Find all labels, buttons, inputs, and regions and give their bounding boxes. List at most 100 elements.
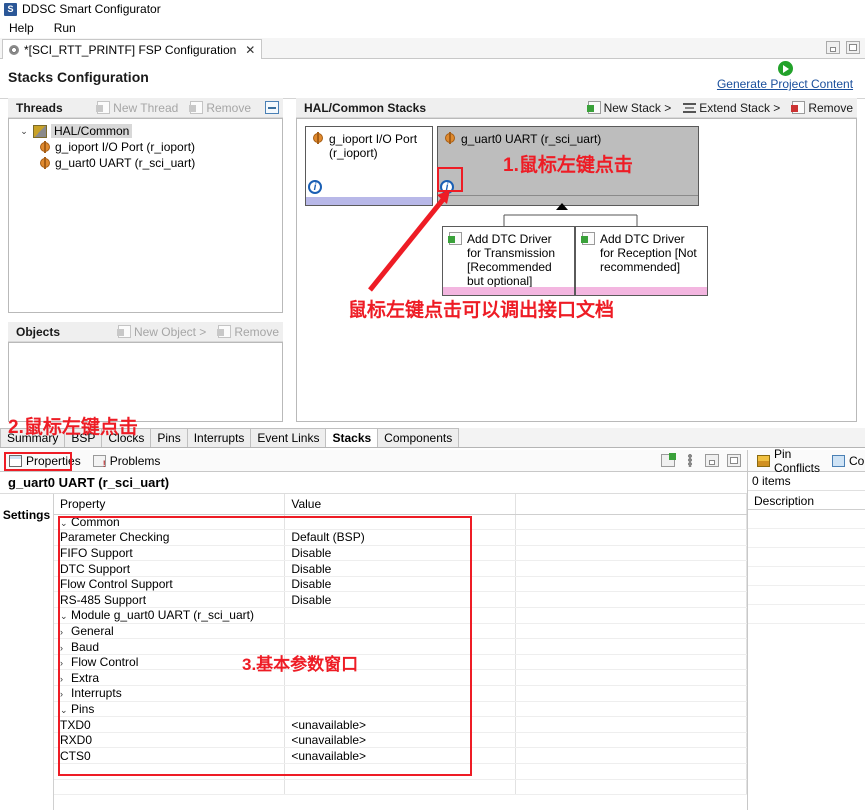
threads-tree[interactable]: ⌄ HAL/Common g_ioport I/O Port (r_ioport…: [8, 118, 283, 313]
properties-icon: [9, 454, 22, 467]
table-row[interactable]: › Extra: [54, 669, 747, 687]
properties-table-body: ⌄ Common Parameter Checking Default (BSP) …: [54, 514, 747, 796]
table-row[interactable]: › General: [54, 623, 747, 640]
tree-item-g-uart0[interactable]: g_uart0 UART (r_sci_uart): [9, 155, 282, 171]
chevron-right-icon[interactable]: ›: [60, 689, 71, 699]
tab-clocks[interactable]: Clocks: [101, 428, 152, 447]
row-property: DTC Support: [60, 561, 131, 576]
table-row[interactable]: TXD0 <unavailable>: [54, 716, 747, 733]
new-object-button[interactable]: New Object >: [116, 325, 206, 339]
table-row[interactable]: DTC Support Disable: [54, 560, 747, 577]
row-value: [284, 607, 517, 624]
new-properties-view-icon[interactable]: [661, 453, 676, 467]
list-item: [748, 605, 865, 624]
tab-console[interactable]: Co: [827, 452, 865, 470]
new-thread-button[interactable]: New Thread: [96, 101, 178, 115]
tree-item-g-ioport[interactable]: g_ioport I/O Port (r_ioport): [9, 139, 282, 155]
stack-box-g-ioport[interactable]: g_ioport I/O Port (r_ioport) i: [305, 126, 433, 206]
tab-pins[interactable]: Pins: [150, 428, 188, 447]
tab-summary[interactable]: Summary: [0, 428, 66, 447]
remove-stack-button[interactable]: Remove: [791, 101, 853, 115]
chevron-down-icon[interactable]: ⌄: [60, 705, 71, 716]
row-value[interactable]: Disable: [284, 560, 517, 577]
stack-box-dtc-transmission[interactable]: Add DTC Driver for Transmission [Recomme…: [442, 226, 575, 296]
list-item: [748, 586, 865, 605]
tab-pin-conflicts-label: Pin Conflicts: [774, 446, 821, 475]
chevron-right-icon[interactable]: ›: [60, 674, 71, 684]
stack-box-g-uart0[interactable]: g_uart0 UART (r_sci_uart) i: [437, 126, 699, 206]
tab-bsp[interactable]: BSP: [64, 428, 103, 447]
new-stack-button[interactable]: New Stack >: [586, 101, 671, 115]
pin-conflicts-column-description: Description: [748, 490, 865, 510]
menu-run[interactable]: Run: [51, 20, 79, 36]
table-row[interactable]: [54, 763, 747, 780]
properties-table-wrap[interactable]: Property Value ⌄ Common Parameter Checkin…: [54, 494, 747, 810]
table-row[interactable]: › Interrupts: [54, 685, 747, 702]
tab-stacks[interactable]: Stacks: [325, 428, 379, 447]
editor-tab-fsp-configuration[interactable]: *[SCI_RTT_PRINTF] FSP Configuration ✕: [2, 39, 263, 59]
row-value[interactable]: Disable: [284, 545, 517, 562]
properties-view: Properties Problems g_uart0 UART (r_sci_…: [0, 450, 748, 810]
tree-item-hal-common[interactable]: ⌄ HAL/Common: [9, 123, 282, 139]
row-value[interactable]: <unavailable>: [284, 716, 517, 733]
row-value[interactable]: Default (BSP): [284, 529, 517, 546]
table-row[interactable]: › Baud: [54, 638, 747, 655]
table-row[interactable]: ⌄ Common: [54, 514, 747, 531]
extend-stack-button[interactable]: Extend Stack >: [683, 101, 780, 115]
remove-thread-button[interactable]: Remove: [189, 100, 251, 115]
table-row[interactable]: ⌄ Pins: [54, 701, 747, 718]
row-value[interactable]: <unavailable>: [284, 747, 517, 764]
row-value[interactable]: Disable: [284, 591, 517, 609]
maximize-icon[interactable]: [846, 41, 860, 54]
generate-project-content-button[interactable]: Generate Project Content: [710, 61, 860, 91]
table-row[interactable]: Flow Control Support Disable: [54, 576, 747, 593]
settings-tab[interactable]: Settings: [0, 494, 54, 810]
stack-box-footer: [576, 287, 707, 295]
tab-components[interactable]: Components: [377, 428, 460, 447]
table-row[interactable]: RS-485 Support Disable: [54, 591, 747, 609]
chevron-down-icon[interactable]: ⌄: [19, 126, 29, 137]
editor-tab-row: *[SCI_RTT_PRINTF] FSP Configuration ✕: [0, 38, 865, 59]
info-icon[interactable]: i: [308, 180, 322, 194]
close-icon[interactable]: ✕: [245, 43, 255, 57]
minimize-view-icon[interactable]: [705, 454, 719, 467]
table-row[interactable]: FIFO Support Disable: [54, 545, 747, 562]
menu-bar: Help Run: [0, 18, 865, 38]
chevron-right-icon[interactable]: ›: [60, 643, 71, 653]
info-icon[interactable]: i: [440, 180, 454, 194]
chevron-right-icon[interactable]: ›: [60, 658, 71, 668]
stacks-canvas[interactable]: g_ioport I/O Port (r_ioport) i g_uart0 U…: [296, 118, 857, 422]
tab-properties[interactable]: Properties: [4, 452, 86, 470]
stack-box-dtc-reception[interactable]: Add DTC Driver for Reception [Not recomm…: [575, 226, 708, 296]
table-row[interactable]: [54, 779, 747, 796]
table-row[interactable]: ⌄ Module g_uart0 UART (r_sci_uart): [54, 607, 747, 624]
tab-event-links[interactable]: Event Links: [250, 428, 327, 447]
pin-conflicts-view: Pin Conflicts Co 0 items Description: [748, 446, 865, 810]
row-value: [284, 779, 517, 796]
table-row[interactable]: › Flow Control: [54, 654, 747, 671]
pin-conflicts-rows[interactable]: [748, 510, 865, 624]
tree-item-label: g_ioport I/O Port (r_ioport): [55, 140, 196, 154]
tab-problems[interactable]: Problems: [88, 452, 166, 470]
table-row[interactable]: CTS0 <unavailable>: [54, 747, 747, 764]
table-row[interactable]: RXD0 <unavailable>: [54, 732, 747, 749]
remove-thread-label: Remove: [206, 100, 251, 115]
remove-thread-icon: [189, 101, 204, 114]
remove-object-button[interactable]: Remove: [217, 325, 279, 339]
objects-list[interactable]: [8, 342, 283, 422]
chevron-down-icon[interactable]: ⌄: [60, 611, 71, 622]
chevron-right-icon[interactable]: ›: [60, 627, 71, 637]
chevron-down-icon[interactable]: ⌄: [60, 518, 71, 529]
maximize-view-icon[interactable]: [727, 454, 741, 467]
menu-help[interactable]: Help: [6, 20, 37, 36]
row-property: Flow Control Support: [60, 577, 173, 592]
row-property: Common: [71, 514, 120, 529]
page-title: Stacks Configuration: [8, 69, 149, 85]
table-row[interactable]: Parameter Checking Default (BSP): [54, 529, 747, 546]
view-menu-icon[interactable]: [683, 454, 697, 467]
tab-interrupts[interactable]: Interrupts: [186, 428, 252, 447]
minimize-icon[interactable]: [826, 41, 840, 54]
row-value[interactable]: <unavailable>: [284, 732, 517, 749]
row-value[interactable]: Disable: [284, 576, 517, 593]
collapse-all-icon[interactable]: [265, 101, 279, 114]
